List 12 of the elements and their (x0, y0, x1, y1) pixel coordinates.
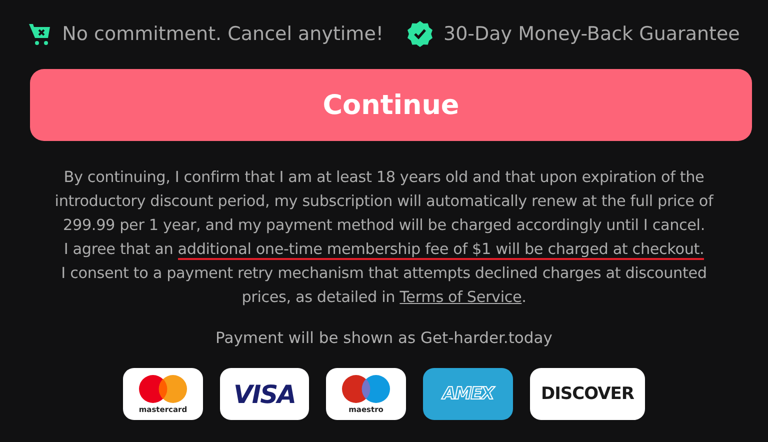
payment-note: Payment will be shown as Get-harder.today (214, 329, 554, 347)
cart-icon (28, 22, 52, 46)
disclaimer-text: By continuing, I confirm that I am at least 18 years old and that upon expiration of the introductory discount period, my subscription will automatically renew at the full price of 299.99 per 1 year, and my payment method will be charged accordingly until I cancel. I agree that an additional one-time membership fee of $1 will be charged at checkout. I consent to a payment retry mechanism that attempts declined charges at discounted prices, as detailed in Terms of Service. (54, 167, 715, 308)
overlapping-circles-icon (138, 374, 188, 404)
card-logo-text: AMEX (442, 384, 494, 404)
benefit-text: No commitment. Cancel anytime! (62, 23, 384, 45)
card-logo-text: VISA (233, 380, 296, 408)
benefit-text: 30-Day Money-Back Guarantee (444, 23, 740, 45)
verified-badge-icon (406, 20, 434, 48)
card-logo-text: DISCOVER (540, 384, 634, 404)
terms-link[interactable]: Terms of Service (400, 288, 522, 306)
overlapping-circles-icon (341, 374, 391, 404)
